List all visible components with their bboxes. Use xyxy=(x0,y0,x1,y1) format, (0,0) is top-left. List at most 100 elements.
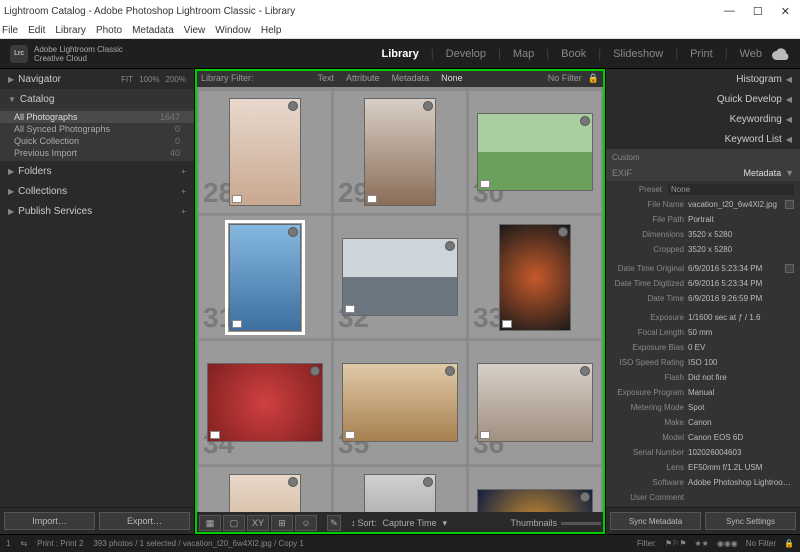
catalog-item[interactable]: All Photographs1647 xyxy=(0,111,194,123)
thumbnail[interactable] xyxy=(477,489,593,512)
catalog-item[interactable]: All Synced Photographs0 xyxy=(0,123,194,135)
grid-cell[interactable]: 34 xyxy=(199,341,331,463)
metadata-value[interactable]: 3520 x 5280 xyxy=(688,245,794,254)
quick-develop-panel-header[interactable]: Quick Develop◀ xyxy=(606,89,800,109)
menubar[interactable]: File Edit Library Photo Metadata View Window He… xyxy=(0,22,800,39)
module-library[interactable]: Library xyxy=(382,48,419,60)
thumbnail[interactable] xyxy=(342,363,458,441)
lock-icon[interactable]: 🔒 xyxy=(784,539,794,548)
metadata-value[interactable]: 1/1600 sec at ƒ / 1.6 xyxy=(688,313,794,322)
lock-icon[interactable]: 🔒 xyxy=(588,73,599,84)
sync-settings-button[interactable]: Sync Settings xyxy=(705,512,796,530)
custom-dropdown[interactable]: Custom xyxy=(612,153,640,162)
navigator-zoom-option[interactable]: 200% xyxy=(166,75,186,84)
metadata-value[interactable]: 102026004603 xyxy=(688,448,794,457)
painter-icon[interactable]: ✎ xyxy=(327,515,341,531)
module-web[interactable]: Web xyxy=(740,48,762,60)
module-map[interactable]: Map xyxy=(513,48,534,60)
module-picker[interactable]: Library|Develop|Map|Book|Slideshow|Print… xyxy=(382,48,762,60)
metadata-value[interactable]: ISO 100 xyxy=(688,358,794,367)
metadata-value[interactable]: 6/9/2016 5:23:34 PM xyxy=(688,279,794,288)
thumbnail[interactable] xyxy=(499,224,572,332)
metadata-value[interactable]: 0 EV xyxy=(688,343,794,352)
goto-icon[interactable] xyxy=(785,200,794,209)
navigator-panel-header[interactable]: ▶ Navigator FIT100%200% xyxy=(0,69,194,89)
metadata-set-dropdown[interactable]: EXIF xyxy=(612,168,632,178)
metadata-value[interactable]: Canon xyxy=(688,418,794,427)
metadata-value[interactable]: Did not fire xyxy=(688,373,794,382)
rating-filter-icon[interactable]: ★★ xyxy=(695,539,709,548)
histogram-panel-header[interactable]: Histogram◀ xyxy=(606,69,800,89)
filter-preset-dropdown[interactable]: No Filter xyxy=(746,539,776,548)
survey-view-icon[interactable]: ⊞ xyxy=(271,515,293,531)
grid-cell[interactable]: 28 xyxy=(199,91,331,213)
close-icon[interactable]: ✕ xyxy=(781,5,790,18)
thumb-size-slider[interactable] xyxy=(561,522,601,525)
compare-view-icon[interactable]: XY xyxy=(247,515,269,531)
filter-tab-none[interactable]: None xyxy=(441,73,463,83)
publish-panel-header[interactable]: ▶ Publish Services + xyxy=(0,201,194,221)
module-develop[interactable]: Develop xyxy=(446,48,486,60)
metadata-value[interactable]: Spot xyxy=(688,403,794,412)
module-book[interactable]: Book xyxy=(561,48,586,60)
filter-status[interactable]: No Filter xyxy=(548,73,582,83)
metadata-value[interactable]: Canon EOS 6D xyxy=(688,433,794,442)
people-view-icon[interactable]: ☺ xyxy=(295,515,317,531)
grid-cell[interactable]: 38 xyxy=(334,467,466,512)
collections-panel-header[interactable]: ▶ Collections + xyxy=(0,181,194,201)
grid-cell[interactable]: 37 xyxy=(199,467,331,512)
metadata-value[interactable]: Manual xyxy=(688,388,794,397)
grid-cell[interactable]: 39 xyxy=(469,467,601,512)
loupe-view-icon[interactable]: ▢ xyxy=(223,515,245,531)
metadata-value[interactable]: vacation_t20_6w4Xl2.jpg xyxy=(688,200,781,209)
sort-dropdown[interactable]: Capture Time xyxy=(379,518,441,528)
menu-edit[interactable]: Edit xyxy=(28,25,45,36)
menu-view[interactable]: View xyxy=(184,25,206,36)
grid-toolbar[interactable]: ▦ ▢ XY ⊞ ☺ ✎ ↕ Sort: Capture Time ▾ Thum… xyxy=(195,512,605,534)
catalog-item[interactable]: Previous Import40 xyxy=(0,147,194,159)
catalog-panel-header[interactable]: ▼ Catalog xyxy=(0,89,194,109)
metadata-value[interactable]: Adobe Photoshop Lightroom 5… xyxy=(688,478,794,487)
sync-metadata-button[interactable]: Sync Metadata xyxy=(610,512,701,530)
menu-metadata[interactable]: Metadata xyxy=(132,25,174,36)
metadata-value[interactable]: Portrait xyxy=(688,215,794,224)
cloud-sync-icon[interactable] xyxy=(772,48,790,60)
thumbnail-grid[interactable]: 282930313233343536373839 xyxy=(195,87,605,512)
grid-cell[interactable]: 29 xyxy=(334,91,466,213)
folders-panel-header[interactable]: ▶ Folders + xyxy=(0,161,194,181)
thumbnail[interactable] xyxy=(342,238,458,316)
menu-photo[interactable]: Photo xyxy=(96,25,122,36)
metadata-value[interactable]: 6/9/2016 5:23:34 PM xyxy=(688,264,781,273)
library-filter-bar[interactable]: Library Filter: TextAttributeMetadataNon… xyxy=(195,69,605,87)
keywording-panel-header[interactable]: Keywording◀ xyxy=(606,109,800,129)
grid-cell[interactable]: 32 xyxy=(334,216,466,338)
grid-cell[interactable]: 31 xyxy=(199,216,331,338)
filter-tab-attribute[interactable]: Attribute xyxy=(346,73,380,83)
filter-tab-metadata[interactable]: Metadata xyxy=(392,73,430,83)
menu-file[interactable]: File xyxy=(2,25,18,36)
metadata-preset-dropdown[interactable]: None xyxy=(668,184,794,195)
metadata-value[interactable]: 50 mm xyxy=(688,328,794,337)
grid-cell[interactable]: 35 xyxy=(334,341,466,463)
grid-cell[interactable]: 33 xyxy=(469,216,601,338)
grid-cell[interactable]: 36 xyxy=(469,341,601,463)
thumbnail[interactable] xyxy=(229,474,302,512)
plus-icon[interactable]: + xyxy=(181,207,186,216)
thumbnail[interactable] xyxy=(229,98,302,206)
menu-library[interactable]: Library xyxy=(55,25,86,36)
filmstrip-toggle-icon[interactable]: ⇆ xyxy=(20,539,27,548)
menu-window[interactable]: Window xyxy=(215,25,251,36)
breadcrumb[interactable]: Print : Print 2 xyxy=(37,539,83,548)
metadata-value[interactable]: 6/9/2016 9:26:59 PM xyxy=(688,294,794,303)
color-filter-icon[interactable]: ◉◉◉ xyxy=(717,539,738,548)
minimize-icon[interactable]: — xyxy=(724,5,735,18)
navigator-zoom-option[interactable]: FIT xyxy=(121,75,133,84)
menu-help[interactable]: Help xyxy=(261,25,282,36)
plus-icon[interactable]: + xyxy=(181,187,186,196)
thumbnail[interactable] xyxy=(207,363,323,441)
module-slideshow[interactable]: Slideshow xyxy=(613,48,663,60)
thumbnail[interactable] xyxy=(477,363,593,441)
thumbnail[interactable] xyxy=(477,113,593,191)
goto-icon[interactable] xyxy=(785,264,794,273)
thumbnail[interactable] xyxy=(229,224,302,332)
